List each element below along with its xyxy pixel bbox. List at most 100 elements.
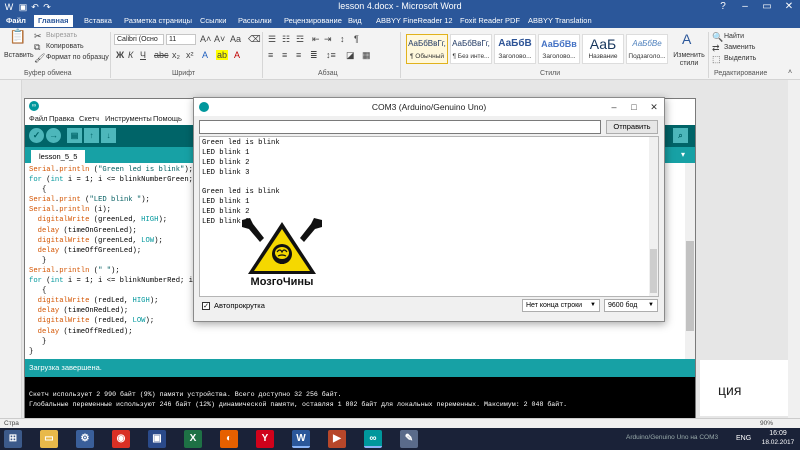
style-subtitle[interactable]: АаБбВе Подзаголо...: [626, 34, 668, 64]
justify-icon[interactable]: ≣: [310, 50, 318, 60]
numbering-icon[interactable]: ☷: [282, 34, 290, 44]
open-sketch-icon[interactable]: ↑: [84, 128, 99, 143]
baud-rate-select[interactable]: 9600 бод ▼: [604, 299, 658, 312]
tab-review[interactable]: Рецензирование: [280, 15, 346, 27]
tab-menu-icon[interactable]: ▾: [677, 150, 689, 160]
minimize-button[interactable]: –: [606, 100, 622, 114]
font-name-select[interactable]: Calibri (Осно: [114, 34, 164, 45]
tab-abbyy-translation[interactable]: ABBYY Translation: [524, 15, 596, 27]
tab-abbyy-finereader[interactable]: ABBYY FineReader 12: [372, 15, 457, 27]
format-painter-button[interactable]: Формат по образцу: [46, 54, 109, 61]
cut-button[interactable]: Вырезать: [46, 32, 77, 39]
tab-home[interactable]: Главная: [34, 15, 73, 27]
replace-button[interactable]: Заменить: [724, 44, 755, 51]
serial-send-input[interactable]: [199, 120, 601, 134]
align-left-icon[interactable]: ≡: [268, 50, 273, 60]
settings-icon[interactable]: ⚙: [76, 430, 94, 448]
align-right-icon[interactable]: ≡: [296, 50, 301, 60]
maximize-button[interactable]: □: [626, 100, 642, 114]
change-styles-button[interactable]: Изменить стили: [672, 52, 706, 68]
highlight-icon[interactable]: ab: [216, 50, 229, 60]
yandex-browser-icon[interactable]: Y: [256, 430, 274, 448]
floppy-app-icon[interactable]: ▣: [148, 430, 166, 448]
word-vertical-scrollbar[interactable]: [788, 80, 800, 418]
page-indicator[interactable]: Стра: [4, 420, 19, 427]
menu-edit[interactable]: Правка: [49, 114, 74, 123]
close-button[interactable]: ✕: [778, 0, 800, 14]
shading-icon[interactable]: ◪: [346, 50, 355, 60]
serial-monitor-icon[interactable]: ⌕: [673, 128, 688, 143]
maximize-button[interactable]: ▭: [756, 0, 778, 14]
underline-icon[interactable]: Ч: [140, 50, 146, 60]
sort-icon[interactable]: ↕: [340, 34, 345, 44]
save-sketch-icon[interactable]: ↓: [101, 128, 116, 143]
decrease-indent-icon[interactable]: ⇤: [312, 34, 320, 44]
upload-icon[interactable]: →: [46, 128, 61, 143]
text-effects-icon[interactable]: A: [202, 50, 208, 60]
borders-icon[interactable]: ▦: [362, 50, 371, 60]
change-styles-icon[interactable]: A: [682, 32, 691, 46]
clock-date[interactable]: 18.02.2017: [758, 439, 798, 446]
replace-icon[interactable]: ⇄: [712, 43, 720, 53]
file-explorer-icon[interactable]: ▭: [40, 430, 58, 448]
copy-button[interactable]: Копировать: [46, 43, 84, 50]
clear-format-icon[interactable]: ⌫: [248, 34, 261, 44]
editor-vertical-scrollbar[interactable]: [685, 163, 695, 359]
multilevel-list-icon[interactable]: ☲: [296, 34, 304, 44]
chrome-icon[interactable]: ◉: [112, 430, 130, 448]
cut-icon[interactable]: ✂: [34, 31, 42, 41]
menu-tools[interactable]: Инструменты: [105, 114, 152, 123]
strikethrough-icon[interactable]: abc: [154, 50, 169, 60]
tab-view[interactable]: Вид: [344, 15, 366, 27]
tab-file[interactable]: Файл: [2, 15, 30, 27]
menu-help[interactable]: Помощь: [153, 114, 182, 123]
shrink-font-icon[interactable]: A˅: [214, 34, 225, 44]
firefox-icon[interactable]: ◐: [220, 430, 238, 448]
language-indicator[interactable]: ENG: [736, 435, 751, 442]
align-center-icon[interactable]: ≡: [282, 50, 287, 60]
superscript-icon[interactable]: x²: [186, 50, 194, 60]
copy-icon[interactable]: ⧉: [34, 42, 40, 52]
bold-icon[interactable]: Ж: [116, 50, 124, 60]
format-painter-icon[interactable]: 🖌: [34, 53, 45, 63]
collapse-ribbon-icon[interactable]: ˄: [788, 68, 792, 78]
find-icon[interactable]: 🔍: [712, 32, 723, 42]
minimize-button[interactable]: –: [734, 0, 756, 14]
increase-indent-icon[interactable]: ⇥: [324, 34, 332, 44]
select-icon[interactable]: ⬚: [712, 54, 721, 64]
serial-vertical-scrollbar[interactable]: [649, 137, 658, 296]
find-button[interactable]: Найти: [724, 33, 744, 40]
tab-sketch[interactable]: lesson_5_5: [31, 150, 86, 163]
new-sketch-icon[interactable]: ▤: [67, 128, 82, 143]
excel-icon[interactable]: X: [184, 430, 202, 448]
help-icon[interactable]: ?: [712, 0, 734, 14]
media-player-icon[interactable]: ▶: [328, 430, 346, 448]
scrollbar-thumb[interactable]: [686, 241, 694, 331]
subscript-icon[interactable]: x₂: [172, 50, 180, 60]
document-page[interactable]: [700, 360, 788, 416]
close-button[interactable]: ✕: [646, 100, 662, 114]
style-normal[interactable]: АаБбВвГг, ¶ Обычный: [406, 34, 448, 64]
font-color-icon[interactable]: A: [234, 50, 240, 60]
menu-file[interactable]: Файл: [29, 114, 47, 123]
paste-icon[interactable]: 📋: [9, 29, 26, 43]
tab-references[interactable]: Ссылки: [196, 15, 230, 27]
grow-font-icon[interactable]: A˄: [200, 34, 211, 44]
tab-mailings[interactable]: Рассылки: [234, 15, 276, 27]
clock-time[interactable]: 16:09: [758, 430, 798, 437]
verify-icon[interactable]: ✓: [29, 128, 44, 143]
tab-page-layout[interactable]: Разметка страницы: [120, 15, 196, 27]
style-no-spacing[interactable]: АаБбВвГг, ¶ Без инте...: [450, 34, 492, 64]
menu-sketch[interactable]: Скетч: [79, 114, 99, 123]
change-case-icon[interactable]: Aa: [230, 34, 241, 44]
paste-button[interactable]: Вставить: [4, 52, 34, 59]
line-ending-select[interactable]: Нет конца строки ▼: [522, 299, 600, 312]
word-taskbar-icon[interactable]: W: [292, 430, 310, 448]
tab-foxit[interactable]: Foxit Reader PDF: [456, 15, 524, 27]
style-title[interactable]: АаБ Название: [582, 34, 624, 64]
select-button[interactable]: Выделить: [724, 55, 756, 62]
style-heading-2[interactable]: АаБбВв Заголово...: [538, 34, 580, 64]
zoom-level[interactable]: 90%: [760, 420, 773, 427]
tray-app-label[interactable]: Arduino/Genuino Uno на COM3: [626, 434, 718, 441]
arduino-taskbar-icon[interactable]: ∞: [364, 430, 382, 448]
